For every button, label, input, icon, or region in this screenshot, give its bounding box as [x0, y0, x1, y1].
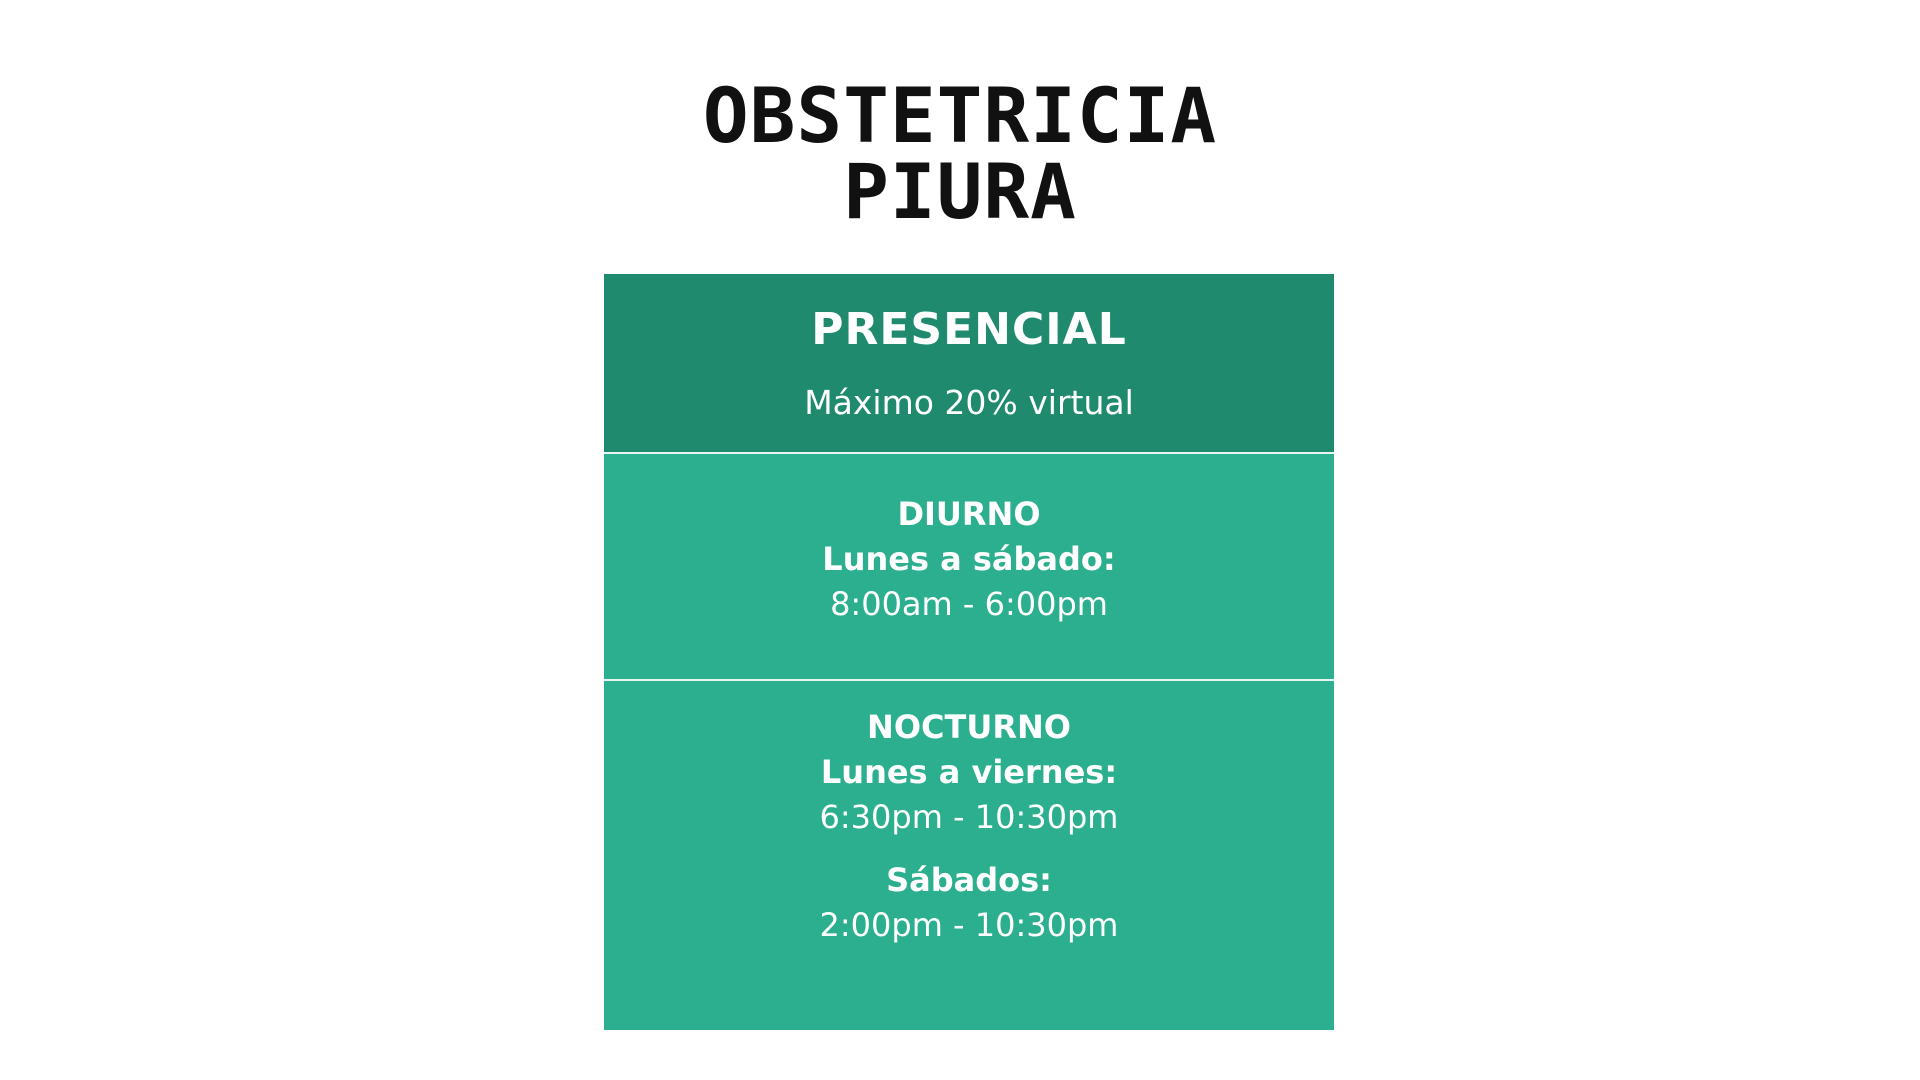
diurno-section: DIURNO Lunes a sábado: 8:00am - 6:00pm	[604, 454, 1334, 679]
modality-title: PRESENCIAL	[811, 304, 1127, 355]
nocturno-section: NOCTURNO Lunes a viernes: 6:30pm - 10:30…	[604, 681, 1334, 1030]
diurno-days: Lunes a sábado:	[822, 540, 1116, 578]
diurno-hours: 8:00am - 6:00pm	[830, 585, 1108, 623]
nocturno-weekdays: Lunes a viernes:	[820, 753, 1118, 791]
page-title: OBSTETRICIA PIURA	[0, 78, 1920, 230]
schedule-card: PRESENCIAL Máximo 20% virtual DIURNO Lun…	[604, 274, 1334, 1030]
nocturno-saturdays: Sábados:	[886, 861, 1052, 899]
nocturno-weekday-hours: 6:30pm - 10:30pm	[819, 798, 1119, 836]
title-line-2: PIURA	[843, 147, 1077, 236]
modality-subtitle: Máximo 20% virtual	[804, 383, 1134, 422]
nocturno-title: NOCTURNO	[867, 708, 1071, 746]
card-header: PRESENCIAL Máximo 20% virtual	[604, 274, 1334, 452]
diurno-title: DIURNO	[897, 495, 1041, 533]
nocturno-saturday-hours: 2:00pm - 10:30pm	[819, 906, 1119, 944]
title-line-1: OBSTETRICIA	[702, 71, 1218, 160]
